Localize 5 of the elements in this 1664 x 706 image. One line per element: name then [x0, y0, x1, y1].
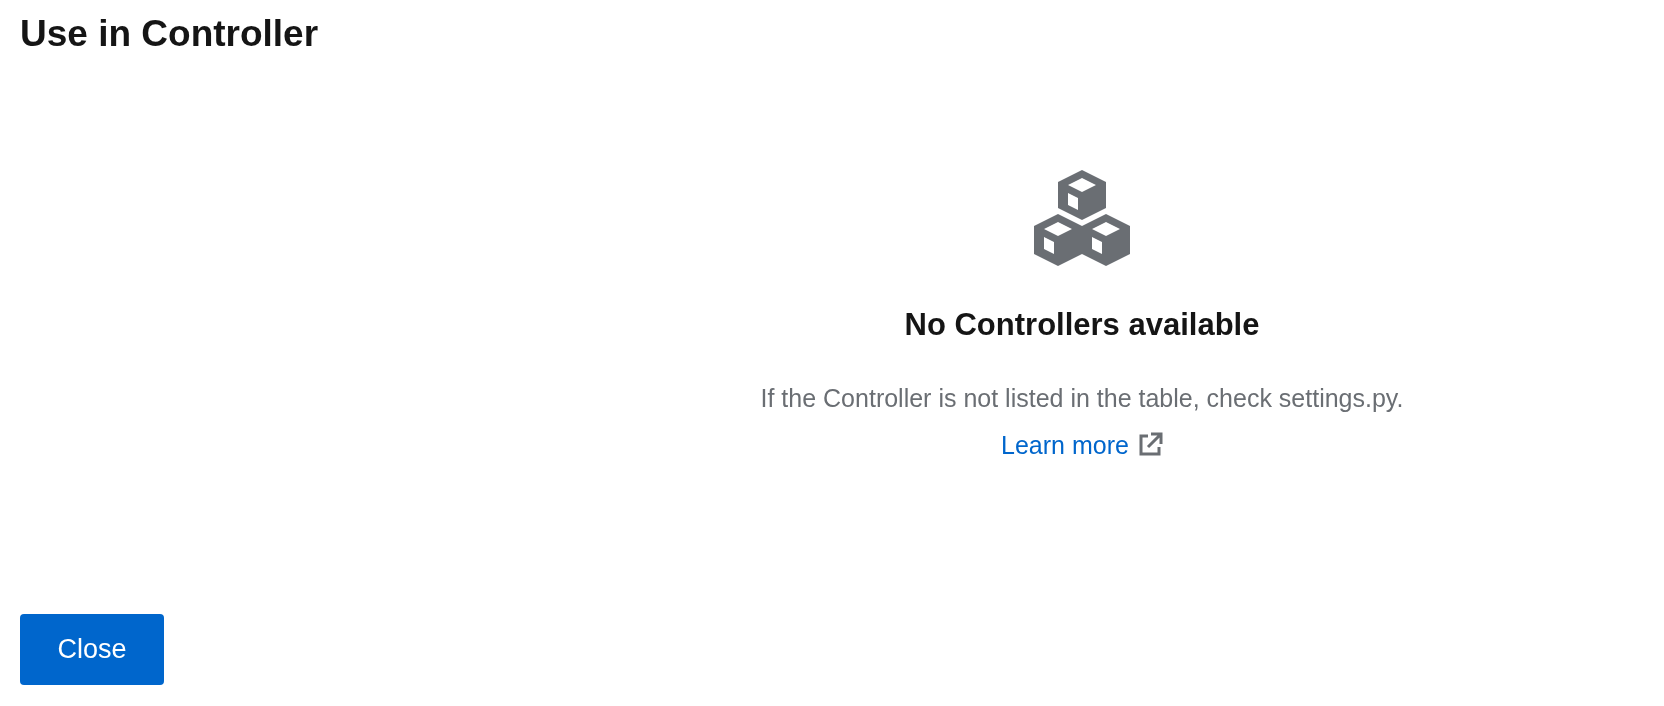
dialog-title: Use in Controller [20, 12, 319, 56]
close-button[interactable]: Close [20, 614, 164, 685]
empty-state-heading: No Controllers available [904, 306, 1260, 344]
learn-more-link[interactable]: Learn more [1001, 421, 1163, 469]
empty-state-message: If the Controller is not listed in the table, check settings.py. Learn more [742, 374, 1422, 469]
